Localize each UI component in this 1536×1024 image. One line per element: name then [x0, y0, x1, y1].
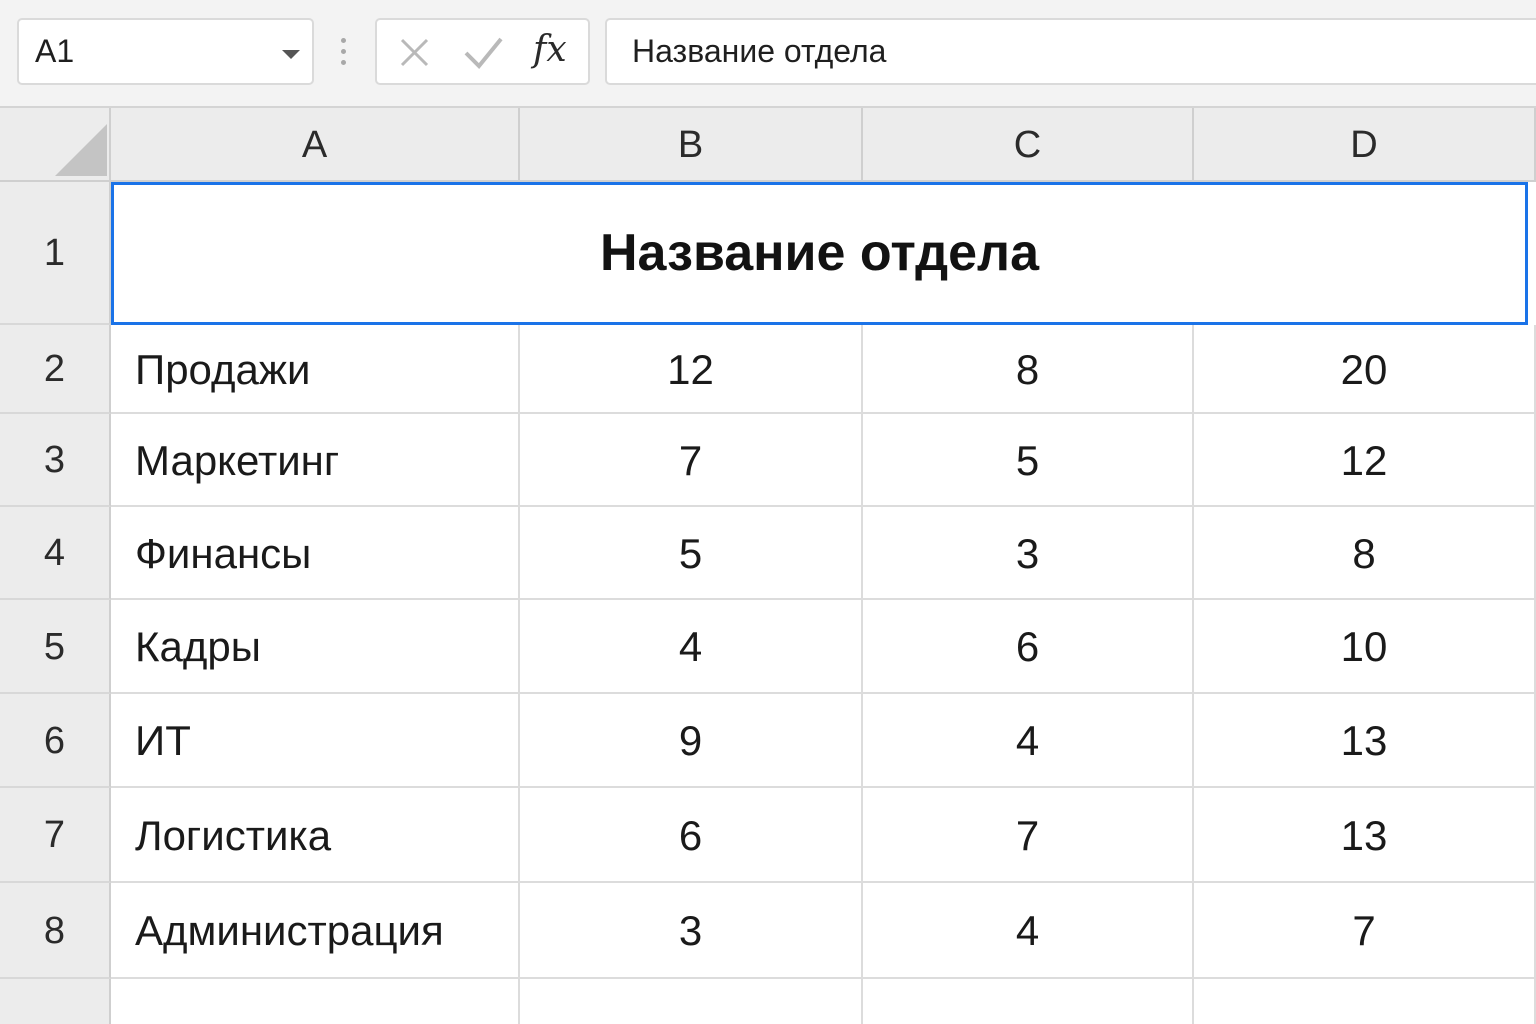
- cell-d5[interactable]: 10: [1194, 600, 1536, 694]
- grip-dots-icon[interactable]: [341, 38, 347, 68]
- cell-b4[interactable]: 5: [520, 507, 863, 600]
- formula-actions: fx: [375, 18, 590, 85]
- cell-a6[interactable]: ИТ: [111, 694, 520, 788]
- select-all-button[interactable]: [0, 108, 111, 182]
- cell-b9[interactable]: [520, 979, 863, 1024]
- column-header-b[interactable]: B: [520, 108, 863, 182]
- cancel-button[interactable]: [385, 20, 445, 83]
- cell-a9[interactable]: [111, 979, 520, 1024]
- cell-c7[interactable]: 7: [863, 788, 1194, 883]
- cell-d6[interactable]: 13: [1194, 694, 1536, 788]
- cell-a7[interactable]: Логистика: [111, 788, 520, 883]
- name-box[interactable]: A1: [17, 18, 314, 85]
- cell-b7[interactable]: 6: [520, 788, 863, 883]
- row-header-8[interactable]: 8: [0, 883, 111, 979]
- row-header-6[interactable]: 6: [0, 694, 111, 788]
- cell-b2[interactable]: 12: [520, 325, 863, 414]
- row-header-7[interactable]: 7: [0, 788, 111, 883]
- formula-input[interactable]: Название отдела: [605, 18, 1536, 85]
- spreadsheet-grid: A B C D 1 2 3 4 5 6 7 8 Продажи 12 8 20 Марк…: [0, 108, 1536, 1024]
- enter-button[interactable]: [455, 20, 515, 83]
- cell-b6[interactable]: 9: [520, 694, 863, 788]
- column-header-c[interactable]: C: [863, 108, 1194, 182]
- merged-title-cell[interactable]: Название отдела: [111, 182, 1528, 325]
- cell-d4[interactable]: 8: [1194, 507, 1536, 600]
- cell-b8[interactable]: 3: [520, 883, 863, 979]
- cell-c2[interactable]: 8: [863, 325, 1194, 414]
- row-header-3[interactable]: 3: [0, 414, 111, 507]
- cell-c9[interactable]: [863, 979, 1194, 1024]
- column-header-d[interactable]: D: [1194, 108, 1536, 182]
- cell-d7[interactable]: 13: [1194, 788, 1536, 883]
- cell-c6[interactable]: 4: [863, 694, 1194, 788]
- select-all-corner-icon: [55, 124, 107, 176]
- check-icon: [464, 37, 503, 69]
- formula-bar: A1 fx Название отдела: [0, 0, 1536, 108]
- cell-c3[interactable]: 5: [863, 414, 1194, 507]
- insert-function-button[interactable]: fx: [525, 20, 585, 83]
- row-header-1[interactable]: 1: [0, 182, 111, 325]
- cell-a2[interactable]: Продажи: [111, 325, 520, 414]
- row-header-5[interactable]: 5: [0, 600, 111, 694]
- column-header-a[interactable]: A: [111, 108, 520, 182]
- close-icon: [400, 38, 429, 67]
- cell-a5[interactable]: Кадры: [111, 600, 520, 694]
- row-header-9[interactable]: [0, 979, 111, 1024]
- row-header-4[interactable]: 4: [0, 507, 111, 600]
- cell-a8[interactable]: Администрация: [111, 883, 520, 979]
- cell-c8[interactable]: 4: [863, 883, 1194, 979]
- name-box-value: A1: [35, 33, 75, 69]
- cell-a4[interactable]: Финансы: [111, 507, 520, 600]
- row-header-2[interactable]: 2: [0, 325, 111, 414]
- cell-b5[interactable]: 4: [520, 600, 863, 694]
- cell-d8[interactable]: 7: [1194, 883, 1536, 979]
- chevron-down-icon[interactable]: [282, 50, 300, 59]
- cell-c5[interactable]: 6: [863, 600, 1194, 694]
- fx-icon: fx: [533, 29, 567, 70]
- cell-c4[interactable]: 3: [863, 507, 1194, 600]
- cell-d9[interactable]: [1194, 979, 1536, 1024]
- cell-a3[interactable]: Маркетинг: [111, 414, 520, 507]
- cell-d2[interactable]: 20: [1194, 325, 1536, 414]
- cell-d3[interactable]: 12: [1194, 414, 1536, 507]
- formula-text: Название отдела: [632, 33, 887, 69]
- cell-b3[interactable]: 7: [520, 414, 863, 507]
